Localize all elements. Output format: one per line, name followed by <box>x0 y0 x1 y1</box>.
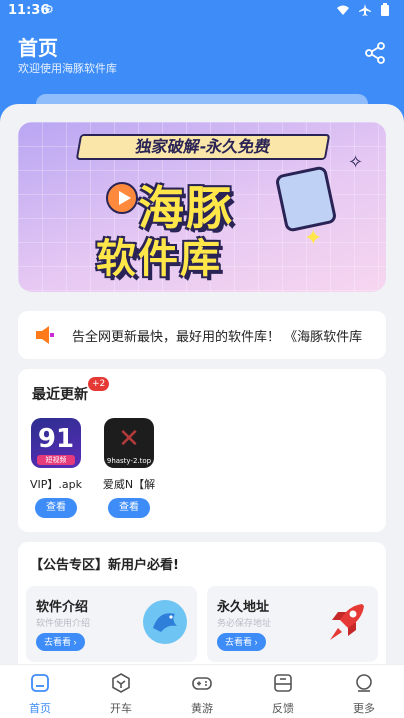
feedback-icon <box>274 674 292 692</box>
nav-label: 开车 <box>110 702 132 715</box>
nav-item-home[interactable]: 首页 <box>10 672 70 716</box>
view-button[interactable]: 查看 <box>35 498 77 518</box>
app-icon[interactable]: ✕ 9hasty-2.top <box>104 418 154 468</box>
page-title: 首页 <box>18 36 58 60</box>
notice-text: 告全网更新最快，最好用的软件库！ 《海豚软件库 <box>72 330 363 345</box>
dolphin-icon <box>143 600 187 644</box>
app-name: 爱威N【解 <box>102 478 156 491</box>
app-icon[interactable]: 91 短视频 <box>31 418 81 468</box>
nav-label: 更多 <box>353 702 375 715</box>
go-see-button[interactable]: 去看看 › <box>217 633 266 651</box>
announcement-title: 【公告专区】新用户必看! <box>30 558 179 573</box>
recent-updates-card: 最近更新 +2 91 短视频 VIP】.apk 查看 ✕ 9hasty-2.to… <box>18 369 386 532</box>
status-bar: 11:36 ⚙ <box>0 0 404 24</box>
app-item[interactable]: ✕ 9hasty-2.top 爱威N【解 查看 <box>101 418 157 518</box>
settings-gear-icon: ⚙ <box>44 3 54 16</box>
steering-wheel-icon <box>112 673 130 693</box>
more-icon <box>356 674 372 692</box>
card-title: 永久地址 <box>217 600 270 615</box>
app-item[interactable]: 91 短视频 VIP】.apk 查看 <box>28 418 84 518</box>
view-button[interactable]: 查看 <box>108 498 150 518</box>
notice-bar[interactable]: 告全网更新最快，最好用的软件库！ 《海豚软件库 <box>18 311 386 359</box>
software-intro-card[interactable]: 软件介绍 软件使用介绍 去看看 › <box>26 586 197 662</box>
nav-item-feedback[interactable]: 反馈 <box>253 672 313 716</box>
app-name: VIP】.apk <box>30 478 82 491</box>
banner-subheadline: 软件库 <box>96 236 222 282</box>
nav-item-drive[interactable]: 开车 <box>91 672 151 716</box>
promo-banner[interactable]: 独家破解-永久免费 海豚 软件库 ✦ ✧ <box>18 122 386 292</box>
airplane-icon <box>359 4 371 16</box>
card-description: 软件使用介绍 <box>36 619 91 629</box>
home-icon <box>31 674 49 692</box>
bottom-navigation: 首页 开车 黄游 反馈 更多 <box>0 664 404 718</box>
battery-icon <box>381 3 389 16</box>
sparkle-icon: ✦ <box>304 226 323 251</box>
page-subtitle: 欢迎使用海豚软件库 <box>18 62 117 75</box>
nav-item-more[interactable]: 更多 <box>334 672 394 716</box>
share-icon[interactable] <box>364 42 386 64</box>
app-icon-caption: 9hasty-2.top <box>106 457 152 465</box>
nav-label: 黄游 <box>191 702 213 715</box>
wifi-icon <box>337 5 349 15</box>
play-icon <box>106 182 138 214</box>
sparkle-icon: ✧ <box>348 152 364 173</box>
card-description: 务必保存地址 <box>217 619 272 629</box>
banner-ribbon: 独家破解-永久免费 <box>75 134 331 160</box>
card-title: 软件介绍 <box>36 600 89 615</box>
permanent-address-card[interactable]: 永久地址 务必保存地址 去看看 › <box>207 586 378 662</box>
recent-updates-title: 最近更新 <box>32 387 88 403</box>
speaker-icon <box>36 326 54 344</box>
gamepad-icon <box>192 677 212 690</box>
go-see-button[interactable]: 去看看 › <box>36 633 85 651</box>
nav-label: 首页 <box>29 702 51 715</box>
nav-item-games[interactable]: 黄游 <box>172 672 232 716</box>
app-icon-caption: 短视频 <box>37 455 75 465</box>
rocket-icon <box>330 604 364 640</box>
announcement-card: 【公告专区】新用户必看! 软件介绍 软件使用介绍 去看看 › 永久地址 务必保存… <box>18 542 386 664</box>
status-icons <box>336 3 390 17</box>
nav-label: 反馈 <box>272 702 294 715</box>
recent-count-badge: +2 <box>88 377 110 391</box>
app-icon-text: 91 <box>37 424 75 454</box>
app-icon-text: ✕ <box>118 424 140 454</box>
